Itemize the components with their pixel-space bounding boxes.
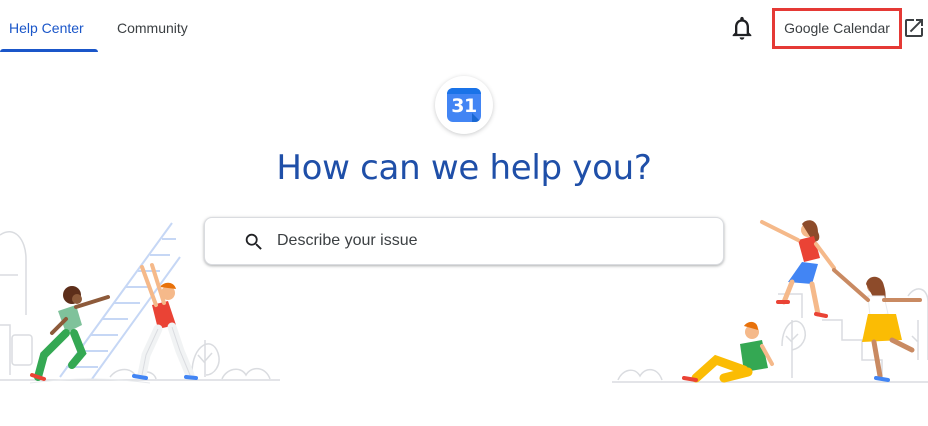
bell-icon[interactable] bbox=[728, 14, 756, 42]
right-illustration bbox=[612, 220, 928, 383]
open-in-new-icon[interactable] bbox=[902, 16, 926, 40]
tab-help-center[interactable]: Help Center bbox=[0, 0, 98, 54]
tab-community[interactable]: Community bbox=[108, 0, 202, 54]
page-headline: How can we help you? bbox=[276, 148, 652, 188]
top-bar: Help Center Community Google Calendar bbox=[0, 0, 928, 54]
google-calendar-link[interactable]: Google Calendar bbox=[772, 8, 902, 49]
left-illustration bbox=[0, 222, 280, 384]
product-logo: 31 bbox=[435, 76, 493, 134]
calendar-icon: 31 bbox=[447, 88, 481, 122]
